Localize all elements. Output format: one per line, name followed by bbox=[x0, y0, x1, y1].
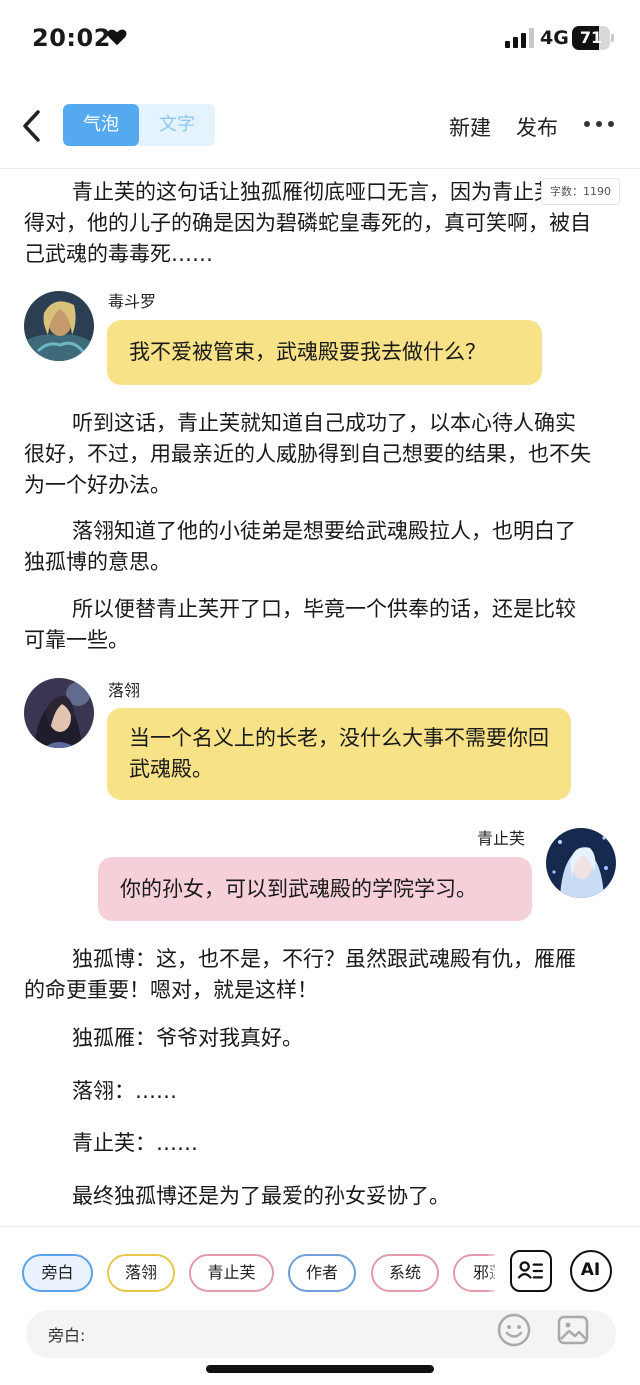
back-icon[interactable] bbox=[16, 104, 50, 148]
speaker-name: 青止芙 bbox=[477, 829, 526, 848]
avatar-du-douluo[interactable] bbox=[24, 291, 94, 361]
narration-paragraph[interactable]: 独孤雁：爷爷对我真好。 bbox=[24, 1023, 596, 1054]
narration-paragraph[interactable]: 青止芙的这句话让独孤雁彻底哑口无言，因为青止芙说得对，他的儿子的确是因为碧磷蛇皇… bbox=[24, 177, 596, 270]
speaker-name: 毒斗罗 bbox=[108, 292, 157, 311]
role-chip-narrator[interactable]: 旁白 bbox=[22, 1254, 93, 1292]
heart-icon bbox=[107, 29, 127, 46]
chips-fade bbox=[486, 1248, 500, 1298]
dialogue-bubble[interactable]: 你的孙女，可以到武魂殿的学院学习。 bbox=[98, 857, 532, 921]
network-type: 4G bbox=[540, 27, 569, 49]
image-icon[interactable] bbox=[555, 1312, 591, 1348]
home-indicator bbox=[206, 1365, 434, 1373]
status-time: 20:02 bbox=[32, 24, 111, 52]
narration-paragraph[interactable]: 所以便替青止芙开了口，毕竟一个供奉的话，还是比较可靠一些。 bbox=[24, 594, 596, 656]
ai-label: AI bbox=[580, 1260, 601, 1280]
narration-paragraph[interactable]: 落翎：…… bbox=[24, 1076, 596, 1107]
narration-paragraph[interactable]: 独孤博：这，也不是，不行？虽然跟武魂殿有仇，雁雁的命更重要！嗯对，就是这样！ bbox=[24, 944, 596, 1006]
publish-button[interactable]: 发布 bbox=[516, 112, 558, 142]
narration-paragraph[interactable]: 落翎知道了他的小徒弟是想要给武魂殿拉人，也明白了独孤博的意思。 bbox=[24, 516, 596, 578]
battery-level: 71 bbox=[579, 28, 603, 47]
editor-toolbar: 气泡 文字 新建 发布 bbox=[0, 96, 640, 156]
new-button[interactable]: 新建 bbox=[449, 112, 491, 142]
narration-paragraph[interactable]: 青止芙：…… bbox=[24, 1128, 596, 1159]
toolbar-divider bbox=[0, 168, 640, 169]
more-icon[interactable] bbox=[584, 114, 614, 134]
message-input[interactable] bbox=[96, 1318, 496, 1350]
word-count: 字数：1190 bbox=[541, 178, 620, 205]
role-chip-qing-zhifu[interactable]: 青止芙 bbox=[189, 1254, 274, 1292]
contact-card-icon[interactable] bbox=[510, 1250, 552, 1292]
speaker-name: 落翎 bbox=[108, 681, 141, 700]
narration-paragraph[interactable]: 最终独孤博还是为了最爱的孙女妥协了。 bbox=[24, 1181, 596, 1212]
tab-text[interactable]: 文字 bbox=[139, 104, 215, 146]
dialogue-bubble[interactable]: 我不爱被管束，武魂殿要我去做什么？ bbox=[107, 320, 542, 385]
avatar-luo-ling[interactable] bbox=[24, 678, 94, 748]
status-bar: 20:02 4G 71 bbox=[0, 0, 640, 80]
mode-switch: 气泡 文字 bbox=[63, 104, 215, 146]
role-chip-author[interactable]: 作者 bbox=[288, 1254, 356, 1292]
role-chip-system[interactable]: 系统 bbox=[371, 1254, 439, 1292]
signal-icon bbox=[505, 28, 534, 48]
tab-bubble[interactable]: 气泡 bbox=[63, 104, 139, 146]
role-chip-luo-ling[interactable]: 落翎 bbox=[107, 1254, 175, 1292]
dialogue-bubble[interactable]: 当一个名义上的长老，没什么大事不需要你回武魂殿。 bbox=[107, 708, 571, 800]
avatar-qing-zhifu[interactable] bbox=[546, 828, 616, 898]
emoji-icon[interactable] bbox=[496, 1312, 532, 1348]
ai-button[interactable]: AI bbox=[570, 1250, 612, 1292]
input-role-prefix: 旁白: bbox=[48, 1326, 86, 1345]
narration-paragraph[interactable]: 听到这话，青止芙就知道自己成功了，以本心待人确实很好，不过，用最亲近的人威胁得到… bbox=[24, 408, 596, 501]
battery-icon: 71 bbox=[572, 26, 614, 50]
